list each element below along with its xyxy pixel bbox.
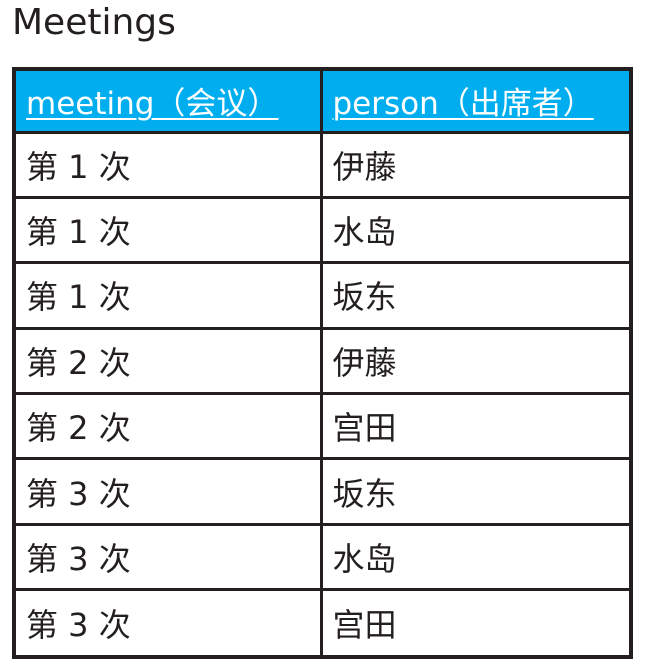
- person-cell: 宫田: [319, 391, 629, 461]
- table-header-row: meeting（会议） person（出席者）: [16, 71, 629, 134]
- meetings-table-frame: meeting（会议） person（出席者） 第 1 次 伊藤 第 1 次 水…: [12, 67, 633, 659]
- table-row: 第 3 次 坂东: [16, 457, 629, 526]
- table-row: 第 3 次 水岛: [16, 522, 629, 592]
- meeting-cell: 第 3 次: [16, 457, 323, 526]
- column-header-meeting: meeting（会议）: [16, 71, 323, 134]
- meeting-cell: 第 2 次: [16, 326, 323, 396]
- person-cell: 坂东: [319, 261, 629, 330]
- person-cell: 宫田: [319, 588, 629, 655]
- person-cell: 坂东: [319, 457, 629, 526]
- table-row: 第 1 次 伊藤: [16, 130, 629, 199]
- person-cell: 水岛: [319, 195, 629, 265]
- column-header-person: person（出席者）: [319, 71, 629, 134]
- meetings-table: meeting（会议） person（出席者） 第 1 次 伊藤 第 1 次 水…: [16, 71, 629, 655]
- table-row: 第 1 次 水岛: [16, 195, 629, 265]
- person-cell: 伊藤: [319, 130, 629, 199]
- table-row: 第 2 次 伊藤: [16, 326, 629, 396]
- table-row: 第 1 次 坂东: [16, 261, 629, 330]
- table-row: 第 2 次 宫田: [16, 391, 629, 461]
- meeting-cell: 第 1 次: [16, 261, 323, 330]
- person-cell: 水岛: [319, 522, 629, 592]
- column-header-person-link[interactable]: person（出席者）: [333, 86, 594, 122]
- meeting-cell: 第 3 次: [16, 588, 323, 655]
- meeting-cell: 第 1 次: [16, 195, 323, 265]
- page-title: Meetings: [12, 2, 176, 43]
- table-row: 第 3 次 宫田: [16, 588, 629, 655]
- person-cell: 伊藤: [319, 326, 629, 396]
- column-header-meeting-link[interactable]: meeting（会议）: [26, 86, 278, 122]
- meeting-cell: 第 3 次: [16, 522, 323, 592]
- meeting-cell: 第 2 次: [16, 391, 323, 461]
- meeting-cell: 第 1 次: [16, 130, 323, 199]
